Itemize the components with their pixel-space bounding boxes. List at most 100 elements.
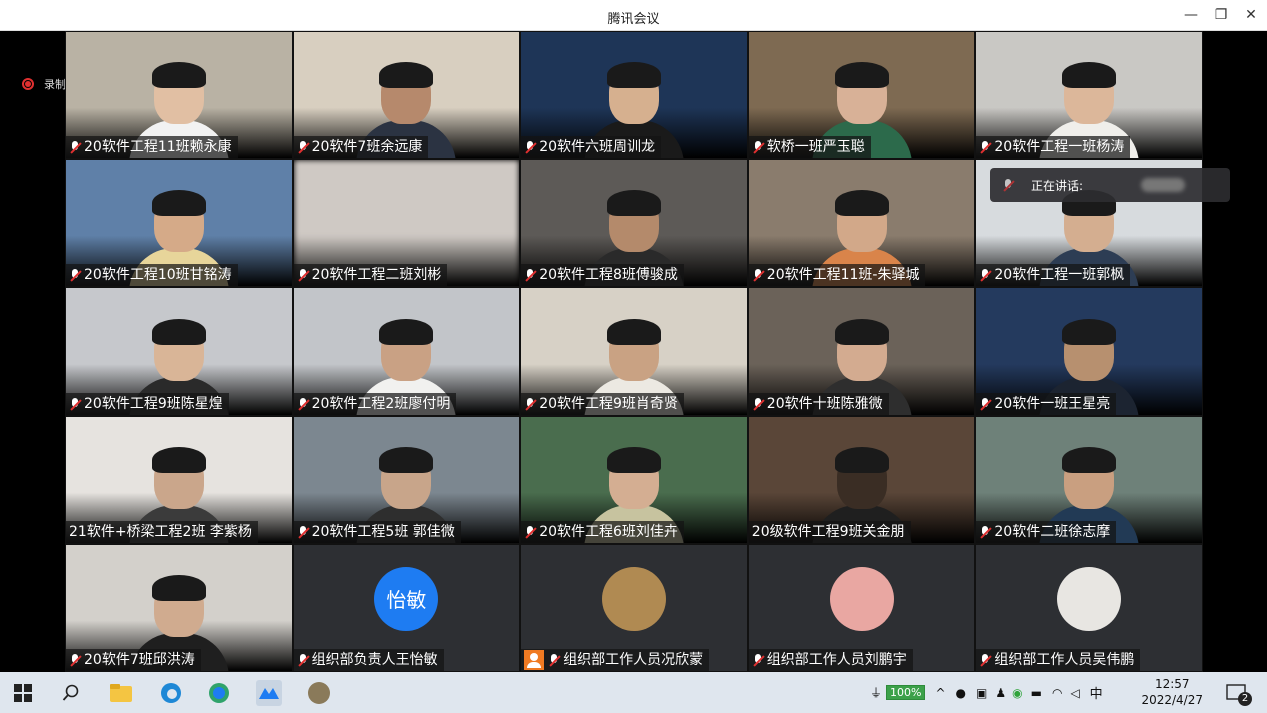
video-tile[interactable]: 20软件工程10班甘铭涛 — [65, 159, 293, 288]
clock[interactable]: 12:57 2022/4/27 — [1141, 676, 1203, 708]
participant-name-label: 20软件7班余远康 — [293, 136, 429, 159]
microphone-icon[interactable]: ● — [956, 686, 966, 700]
mic-muted-icon — [979, 653, 991, 667]
title-bar: 腾讯会议 — ❐ ✕ — [0, 0, 1267, 31]
meeting-stage: 录制中 20软件工程11班赖永康 20软件7班余远康 20软件六班周训龙 软桥一班严玉… — [0, 31, 1267, 672]
participant-name: 20软件十班陈雅微 — [766, 395, 883, 412]
restore-button[interactable]: ❐ — [1206, 3, 1236, 27]
participant-name-label: 20软件六班周训龙 — [521, 136, 662, 159]
participant-name: 21软件+桥梁工程2班 李紫杨 — [69, 523, 252, 540]
mic-muted-icon — [1002, 178, 1014, 192]
participant-name-label: 20软件工程2班廖付明 — [293, 392, 457, 415]
video-tile[interactable]: 20软件工程一班杨涛 — [975, 31, 1203, 160]
mic-muted-icon — [297, 525, 309, 539]
edge-icon[interactable] — [158, 680, 184, 706]
speaking-indicator: 正在讲话: — [990, 168, 1230, 202]
video-tile[interactable]: 21软件+桥梁工程2班 李紫杨 — [65, 415, 293, 544]
participant-name: 组织部工作人员刘鹏宇 — [766, 651, 907, 668]
file-explorer-icon[interactable] — [108, 680, 134, 706]
video-tile[interactable]: 20软件二班徐志摩 — [975, 415, 1203, 544]
minimize-button[interactable]: — — [1176, 3, 1206, 27]
volume-icon[interactable]: ◁ — [1070, 686, 1079, 700]
video-tile[interactable]: 20软件一班王星亮 — [975, 287, 1203, 416]
ime-indicator[interactable]: 中 — [1090, 683, 1103, 702]
participant-name: 20软件工程9班陈星煌 — [84, 395, 223, 412]
window-title: 腾讯会议 — [607, 12, 660, 27]
mic-muted-icon — [524, 140, 536, 154]
speaker-name-blurred — [1141, 178, 1186, 192]
battery-indicator[interactable]: 100% — [886, 685, 926, 700]
notification-icon[interactable]: 2 — [1224, 680, 1252, 706]
video-tile[interactable]: 20级软件工程9班关金朋 — [747, 415, 976, 544]
app-avatar-icon[interactable] — [306, 680, 332, 706]
avatar — [1057, 566, 1122, 631]
participant-name-label: 20软件一班王星亮 — [976, 392, 1117, 415]
participant-name: 20软件工程5班 郭佳微 — [311, 523, 455, 540]
participant-name-label: 组织部工作人员吴伟鹏 — [976, 648, 1141, 671]
video-tile[interactable]: 20软件工程11班-朱驿城 — [747, 159, 976, 288]
avatar — [829, 566, 894, 631]
video-tile[interactable]: 20软件工程2班廖付明 — [292, 287, 521, 416]
participant-name-label: 组织部工作人员刘鹏宇 — [748, 648, 913, 671]
participant-name: 组织部工作人员吴伟鹏 — [994, 651, 1135, 668]
mic-muted-icon — [979, 525, 991, 539]
camera-tray-icon[interactable]: ▣ — [976, 686, 987, 700]
participant-name: 软桥一班严玉聪 — [766, 139, 865, 156]
video-tile[interactable]: 20软件工程9班肖奇贤 — [520, 287, 748, 416]
participant-name: 组织部工作人员况欣蒙 — [563, 651, 704, 668]
participant-name: 20软件一班王星亮 — [994, 395, 1111, 412]
participant-name: 20软件工程一班杨涛 — [994, 139, 1125, 156]
participant-name: 20级软件工程9班关金朋 — [751, 523, 905, 540]
video-tile[interactable]: 20软件7班余远康 — [292, 31, 521, 160]
mic-muted-icon — [979, 140, 991, 154]
participant-name: 20软件工程2班廖付明 — [311, 395, 451, 412]
mic-muted-icon — [69, 397, 81, 411]
taskbar: ⏚ 100% ^ ● ▣ ♟ ◉ ▬ ◠ ◁ 中 12:57 2022/4/27… — [0, 672, 1267, 713]
participant-name-label: 20软件工程5班 郭佳微 — [293, 520, 461, 543]
notification-count: 2 — [1238, 692, 1252, 706]
mic-muted-icon — [524, 397, 536, 411]
mic-muted-icon — [297, 653, 309, 667]
participant-name: 20软件二班徐志摩 — [994, 523, 1111, 540]
mic-muted-icon — [297, 397, 309, 411]
search-icon[interactable] — [58, 680, 84, 706]
close-button[interactable]: ✕ — [1236, 3, 1266, 27]
battery-icon[interactable]: ▬ — [1031, 686, 1042, 700]
mic-muted-icon — [69, 140, 81, 154]
video-tile[interactable]: 20软件工程5班 郭佳微 — [292, 415, 521, 544]
video-tile[interactable]: 20软件工程8班傅骏成 — [520, 159, 748, 288]
participant-name: 20软件工程一班郭枫 — [994, 267, 1125, 284]
tray-expand-icon[interactable]: ^ — [935, 686, 945, 700]
start-icon[interactable] — [10, 680, 36, 706]
wifi-icon[interactable]: ◠ — [1052, 686, 1062, 700]
participant-name: 20软件工程11班赖永康 — [84, 139, 232, 156]
video-tile[interactable]: 20软件工程6班刘佳卉 — [520, 415, 748, 544]
participant-name-label: 20软件工程6班刘佳卉 — [521, 520, 684, 543]
mic-muted-icon — [979, 268, 991, 282]
mic-muted-icon — [752, 653, 764, 667]
tencent-meeting-icon[interactable] — [256, 680, 282, 706]
qq-icon[interactable]: ♟ — [995, 686, 1006, 700]
video-tile[interactable]: 20软件十班陈雅微 — [747, 287, 976, 416]
avatar-tile[interactable]: 组织部工作人员况欣蒙 — [520, 543, 748, 672]
participant-name: 组织部负责人王怡敏 — [311, 651, 438, 668]
clock-date: 2022/4/27 — [1141, 693, 1203, 707]
avatar-tile[interactable]: 组织部工作人员刘鹏宇 — [747, 543, 976, 672]
mic-muted-icon — [69, 653, 81, 667]
video-tile[interactable]: 20软件工程9班陈星煌 — [65, 287, 293, 416]
video-tile[interactable]: 20软件7班邱洪涛 — [65, 543, 293, 672]
wechat-icon[interactable]: ◉ — [1012, 686, 1022, 700]
video-tile[interactable]: 20软件工程11班赖永康 — [65, 31, 293, 160]
participant-name-label: 20软件工程11班-朱驿城 — [748, 264, 926, 287]
participant-name-label: 20软件工程一班杨涛 — [976, 136, 1131, 159]
participant-name-label: 21软件+桥梁工程2班 李紫杨 — [66, 520, 258, 543]
edge-browser-icon[interactable] — [206, 680, 232, 706]
avatar-tile[interactable]: 怡敏 组织部负责人王怡敏 — [292, 543, 521, 672]
mic-muted-icon — [524, 525, 536, 539]
participant-name: 20软件工程二班刘彬 — [311, 267, 442, 284]
video-tile[interactable]: 20软件六班周训龙 — [520, 31, 748, 160]
video-tile[interactable]: 软桥一班严玉聪 — [747, 31, 976, 160]
avatar-tile[interactable]: 组织部工作人员吴伟鹏 — [975, 543, 1203, 672]
participant-name-label: 20软件7班邱洪涛 — [66, 648, 201, 671]
video-tile[interactable]: 20软件工程二班刘彬 — [292, 159, 521, 288]
